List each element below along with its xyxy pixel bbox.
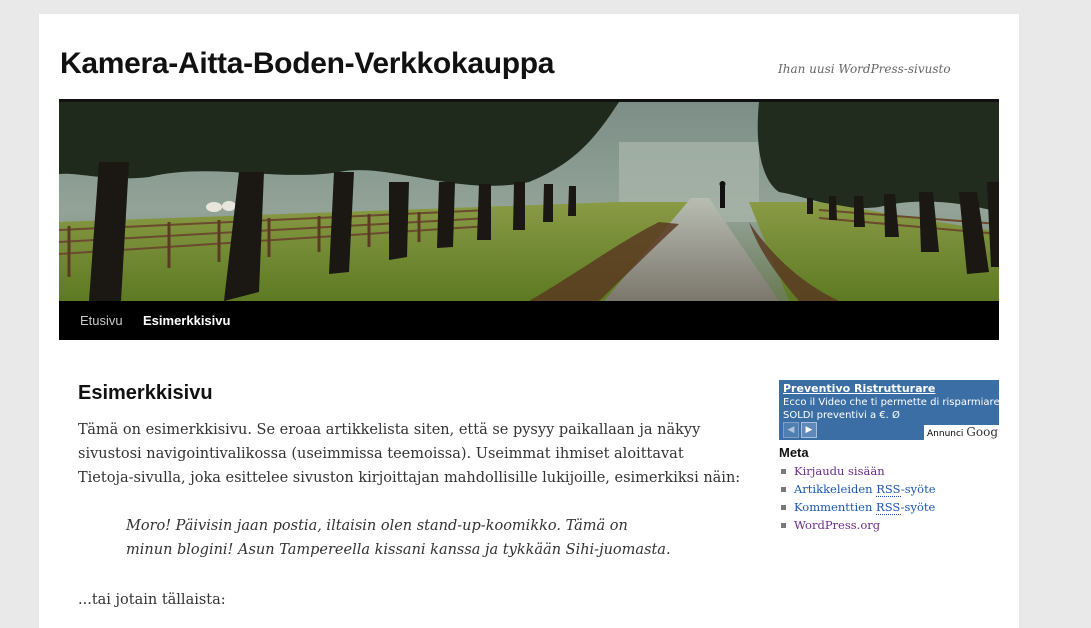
rss-abbr: RSS [876,500,901,515]
meta-link-text: -syöte [900,482,936,496]
header-image [59,102,999,301]
arrow-left-icon[interactable]: ◀ [783,422,799,438]
rss-abbr: RSS [876,482,901,497]
blockquote-line: minun blogini! Asun Tampereella kissani … [126,542,671,558]
ad-text: SOLDI preventivi a €. Ø [783,410,900,421]
meta-link-text: -syöte [900,500,936,514]
article-paragraph-line: Tämä on esimerkkisivu. Se eroaa artikkel… [78,422,701,438]
ad-attribution-label: Annunci [927,429,964,439]
ad-attribution[interactable]: Annunci Goog [924,425,999,440]
article-paragraph-line: Tietoja-sivulla, joka esittelee sivuston… [78,470,741,486]
list-bullet-icon [781,522,786,528]
article-paragraph-line: ...tai jotain tällaista: [78,592,226,608]
list-bullet-icon [781,468,786,474]
blockquote-line: Moro! Päivisin jaan postia, iltaisin ole… [126,518,628,534]
meta-link-text: Kirjaudu sisään [794,464,885,478]
page-container: Kamera-Aitta-Boden-Verkkokauppa Ihan uus… [39,14,1019,628]
meta-widget-title: Meta [779,445,809,460]
site-description: Ihan uusi WordPress-sivusto [778,62,951,76]
article-paragraph-line: sivustosi navigointivalikossa (useimmiss… [78,446,684,462]
meta-link-comments-rss[interactable]: Kommenttien RSS-syöte [781,500,936,515]
ad-brand-label: Goog [966,425,999,439]
ad-headline-link[interactable]: Preventivo Ristrutturare [783,382,935,395]
meta-link-text: WordPress.org [794,518,881,532]
main-navigation: Etusivu Esimerkkisivu [59,301,999,340]
ad-widget: Preventivo Ristrutturare Ecco il Video c… [779,380,999,440]
list-bullet-icon [781,486,786,492]
ad-text: Ecco il Video che ti permette di risparm… [783,397,999,408]
meta-link-text: Kommenttien [794,500,877,514]
nav-item-sample-page[interactable]: Esimerkkisivu [143,301,230,340]
meta-link-text: Artikkeleiden [794,482,877,496]
list-bullet-icon [781,504,786,510]
site-title[interactable]: Kamera-Aitta-Boden-Verkkokauppa [60,47,554,81]
page-title: Esimerkkisivu [78,382,213,404]
meta-link-login[interactable]: Kirjaudu sisään [781,464,885,478]
nav-item-home[interactable]: Etusivu [80,301,123,340]
arrow-right-icon[interactable]: ▶ [801,422,817,438]
meta-link-wordpress-org[interactable]: WordPress.org [781,518,880,532]
meta-link-entries-rss[interactable]: Artikkeleiden RSS-syöte [781,482,936,497]
